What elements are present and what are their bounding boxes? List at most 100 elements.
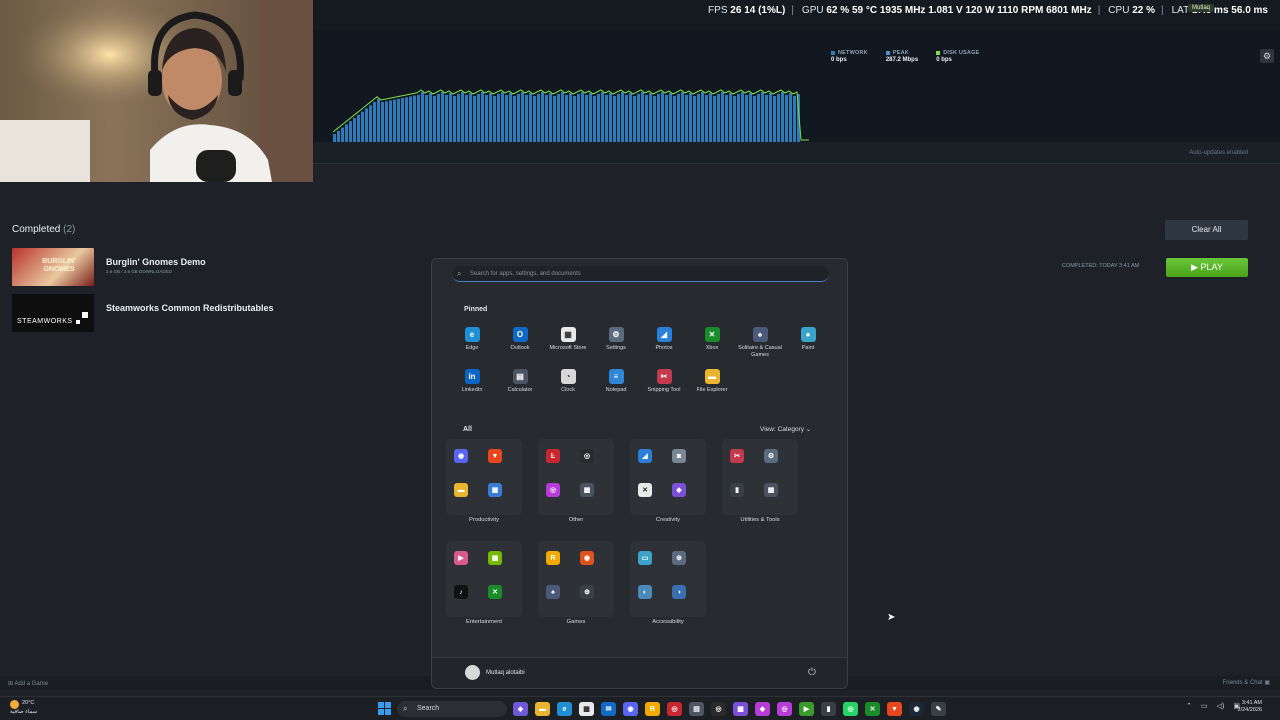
- graph-bar: [509, 93, 512, 142]
- graph-bar: [665, 95, 668, 142]
- search-icon: ⌕: [457, 269, 462, 278]
- category-label: Accessibility: [652, 619, 684, 625]
- graph-bar: [593, 96, 596, 142]
- user-name[interactable]: Mutlaq alotaibi: [486, 670, 525, 676]
- copilot-icon[interactable]: ◈: [513, 702, 528, 716]
- graph-bar: [429, 93, 432, 142]
- mail-icon[interactable]: ✉: [601, 702, 616, 716]
- view-category-dropdown[interactable]: View: Category ⌄: [760, 425, 811, 433]
- pinned-app[interactable]: e Edge: [448, 327, 496, 352]
- pen-green-icon[interactable]: ✎: [931, 702, 946, 716]
- store-icon[interactable]: ▦: [579, 702, 594, 716]
- category-folder[interactable]: ◢ ◙ ✕ ◆ Creativity: [628, 439, 708, 523]
- mouse-icon[interactable]: ▮: [821, 702, 836, 716]
- friends-chat-button[interactable]: Friends & Chat ▣: [1223, 679, 1270, 686]
- edge-icon[interactable]: e: [557, 702, 572, 716]
- media-icon[interactable]: ◎: [777, 702, 792, 716]
- category-folder[interactable]: Ŀ ◎ ◎ ▩ Other: [536, 439, 616, 523]
- add-game-button[interactable]: ⊞ Add a Game: [8, 680, 48, 687]
- graph-bar: [537, 94, 540, 142]
- power-icon[interactable]: ⏻: [808, 667, 816, 678]
- brave-icon: ▼: [488, 449, 502, 463]
- taskbar-clock[interactable]: 3:41 AM 2/24/2026: [1238, 700, 1262, 714]
- controller-icon: ⊕: [580, 585, 594, 599]
- download-stats: NETWORK 0 bps PEAK 287.2 Mbps DISK USAGE…: [831, 50, 979, 63]
- graph-bar: [637, 94, 640, 142]
- webcam-feed: [0, 0, 313, 182]
- pinned-app[interactable]: ▬ File Explorer: [688, 369, 736, 394]
- gear-icon[interactable]: ⚙: [1260, 49, 1274, 63]
- pinned-app[interactable]: ⚙ Settings: [592, 327, 640, 352]
- category-folder[interactable]: ✂ ⚙ ▮ ▦ Utilities & Tools: [720, 439, 800, 523]
- graph-bar: [417, 94, 420, 142]
- pinned-app[interactable]: ≡ Notepad: [592, 369, 640, 394]
- graph-bar: [777, 94, 780, 142]
- start-search-input[interactable]: ⌕ Search for apps, settings, and documen…: [452, 266, 829, 282]
- graph-bar: [381, 102, 384, 142]
- graph-bar: [433, 96, 436, 142]
- category-label: Other: [568, 517, 584, 523]
- graph-bar: [629, 93, 632, 142]
- mouse-cursor: ➤: [887, 612, 896, 623]
- app-label: Notepad: [605, 387, 627, 393]
- rockstar-icon[interactable]: R: [645, 702, 660, 716]
- folder-icon: ▬: [454, 483, 468, 497]
- calculator-icon[interactable]: ▤: [689, 702, 704, 716]
- graph-bar: [401, 98, 404, 142]
- category-folder[interactable]: ▶ ▦ ♪ ✕ Entertainment: [444, 541, 524, 625]
- graph-bar: [737, 94, 740, 142]
- folder-icon[interactable]: ▬: [535, 702, 550, 716]
- category-folder[interactable]: R ◉ ♠ ⊕ Games: [536, 541, 616, 625]
- clear-all-button[interactable]: Clear All: [1165, 220, 1248, 240]
- graph-bar: [341, 127, 344, 142]
- graph-bar: [677, 94, 680, 142]
- pinned-app[interactable]: ▤ Calculator: [496, 369, 544, 394]
- weather-widget[interactable]: 20°C سماء صافية: [10, 700, 37, 716]
- whatsapp-icon[interactable]: ◎: [843, 702, 858, 716]
- obs-icon[interactable]: ◎: [711, 702, 726, 716]
- steam-icon[interactable]: ◉: [909, 702, 924, 716]
- taskbar-search[interactable]: ⌕ Search: [397, 701, 507, 717]
- pinned-app[interactable]: in LinkedIn: [448, 369, 496, 394]
- app-red-icon[interactable]: ◎: [667, 702, 682, 716]
- pen-icon[interactable]: ◆: [755, 702, 770, 716]
- folder-box: Ŀ ◎ ◎ ▩: [538, 439, 614, 515]
- graph-bar: [477, 94, 480, 142]
- download-graph: [333, 89, 809, 142]
- pinned-app[interactable]: ✕ Xbox: [688, 327, 736, 352]
- graph-bar: [529, 93, 532, 142]
- graph-bar: [577, 94, 580, 142]
- grid-icon[interactable]: ▩: [733, 702, 748, 716]
- category-folder[interactable]: ◉ ▼ ▬ ▦ Productivity: [444, 439, 524, 523]
- graph-bar: [345, 124, 348, 142]
- brave-icon[interactable]: ▼: [887, 702, 902, 716]
- network-icon[interactable]: ▭: [1201, 702, 1208, 710]
- graph-bar: [421, 92, 424, 142]
- avatar[interactable]: [465, 665, 480, 680]
- folder-box: ✂ ⚙ ▮ ▦: [722, 439, 798, 515]
- pinned-app[interactable]: ◔ Clock: [544, 369, 592, 394]
- windows-start-button[interactable]: [378, 702, 392, 716]
- app-purple-icon[interactable]: ◉: [623, 702, 638, 716]
- pinned-app[interactable]: ◢ Photos: [640, 327, 688, 352]
- graph-bar: [729, 93, 732, 142]
- chevron-down-icon: ⌄: [805, 426, 812, 433]
- pinned-app[interactable]: ♠ Solitaire & Casual Games: [736, 327, 784, 359]
- play-icon[interactable]: ▶: [799, 702, 814, 716]
- graph-bar: [753, 96, 756, 142]
- xbox-icon[interactable]: ✕: [865, 702, 880, 716]
- pinned-app[interactable]: ● Paint: [784, 327, 832, 352]
- graph-bar: [393, 99, 396, 142]
- chevron-up-icon[interactable]: ⌃: [1186, 702, 1192, 710]
- clock-icon: ◔: [560, 369, 576, 384]
- volume-icon[interactable]: ◁): [1217, 702, 1225, 710]
- graph-bar: [669, 93, 672, 142]
- pinned-app[interactable]: ✂ Snipping Tool: [640, 369, 688, 394]
- graph-bar: [513, 96, 516, 142]
- network-stat: NETWORK 0 bps: [831, 50, 868, 63]
- pinned-app[interactable]: O Outlook: [496, 327, 544, 352]
- play-button[interactable]: ▶ PLAY: [1166, 258, 1248, 277]
- pinned-app[interactable]: ▦ Microsoft Store: [544, 327, 592, 352]
- store-icon: ▦: [560, 327, 576, 342]
- category-folder[interactable]: ▭ ⊕ ◐ ◑ Accessibility: [628, 541, 708, 625]
